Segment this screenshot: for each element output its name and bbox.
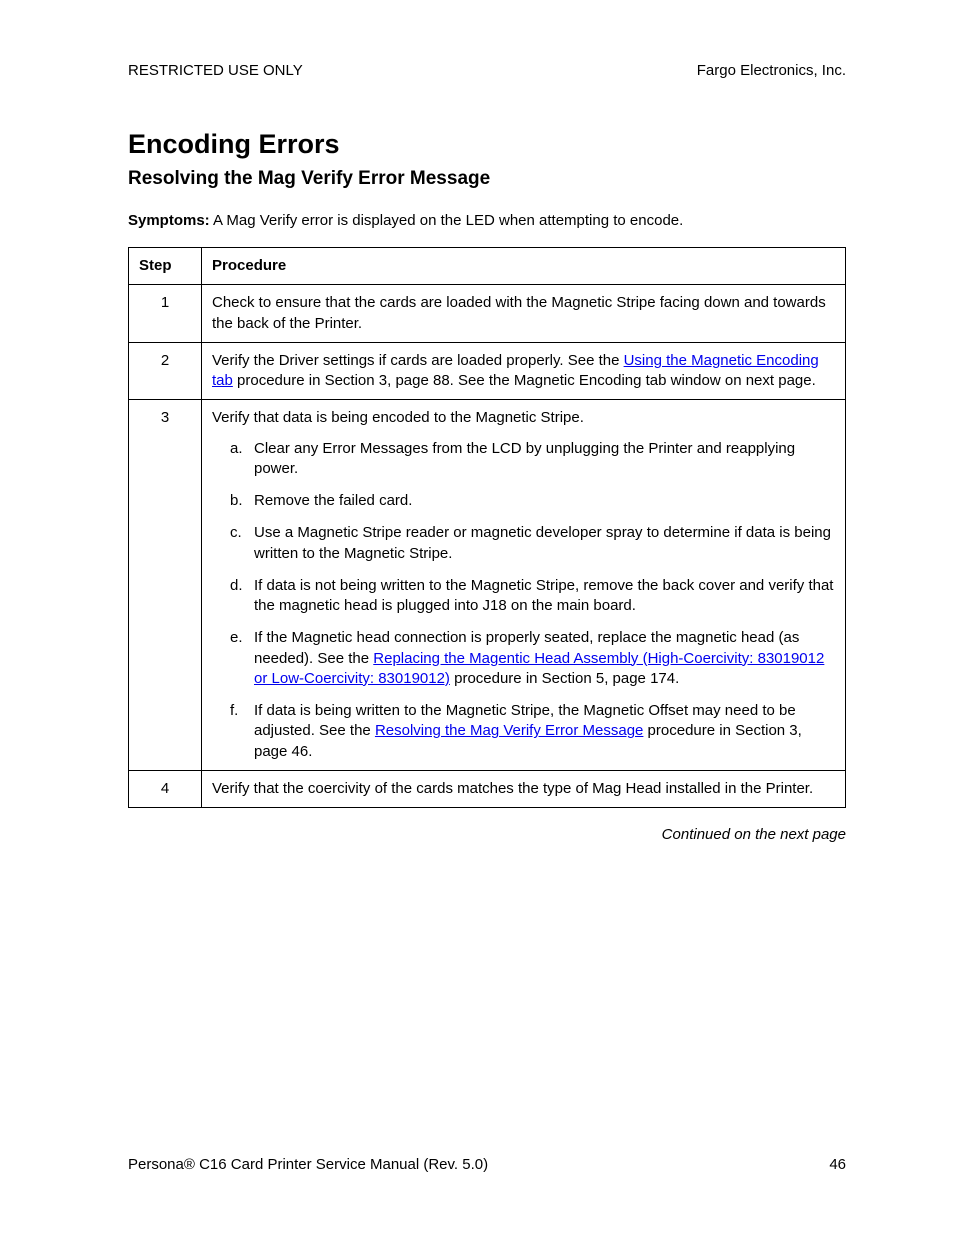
sub-step: f. If data is being written to the Magne… bbox=[234, 701, 835, 762]
sub-step-text: Remove the failed card. bbox=[254, 492, 412, 509]
sub-step-letter: f. bbox=[230, 701, 238, 721]
header-right: Fargo Electronics, Inc. bbox=[697, 62, 846, 79]
sub-step: e. If the Magnetic head connection is pr… bbox=[234, 628, 835, 689]
sub-step: d. If data is not being written to the M… bbox=[234, 576, 835, 617]
sub-steps: a. Clear any Error Messages from the LCD… bbox=[212, 439, 835, 762]
sub-step-text: If the Magnetic head connection is prope… bbox=[254, 629, 824, 687]
symptoms-label: Symptoms: bbox=[128, 212, 210, 229]
step-intro: Verify that data is being encoded to the… bbox=[212, 408, 835, 428]
continued-note: Continued on the next page bbox=[128, 826, 846, 843]
sub-step: a. Clear any Error Messages from the LCD… bbox=[234, 439, 835, 480]
page-subtitle: Resolving the Mag Verify Error Message bbox=[128, 168, 846, 190]
sub-step-letter: e. bbox=[230, 628, 243, 648]
step-number: 2 bbox=[129, 342, 202, 400]
table-row: 4 Verify that the coercivity of the card… bbox=[129, 770, 846, 807]
procedure-table: Step Procedure 1 Check to ensure that th… bbox=[128, 247, 846, 808]
table-row: 3 Verify that data is being encoded to t… bbox=[129, 400, 846, 771]
text-post: procedure in Section 3, page 88. See the… bbox=[233, 372, 816, 389]
sub-step: c. Use a Magnetic Stripe reader or magne… bbox=[234, 523, 835, 564]
step-text: Check to ensure that the cards are loade… bbox=[202, 285, 846, 343]
sub-step-letter: b. bbox=[230, 491, 243, 511]
header-left: RESTRICTED USE ONLY bbox=[128, 62, 303, 79]
table-row: 1 Check to ensure that the cards are loa… bbox=[129, 285, 846, 343]
sub-step-text: Use a Magnetic Stripe reader or magnetic… bbox=[254, 524, 831, 561]
footer-left: Persona® C16 Card Printer Service Manual… bbox=[128, 1156, 488, 1173]
page-header: RESTRICTED USE ONLY Fargo Electronics, I… bbox=[128, 62, 846, 79]
symptoms-line: Symptoms: A Mag Verify error is displaye… bbox=[128, 212, 846, 229]
step-text: Verify that the coercivity of the cards … bbox=[202, 770, 846, 807]
page-title: Encoding Errors bbox=[128, 129, 846, 160]
col-step: Step bbox=[129, 248, 202, 285]
link-resolving-mag-verify[interactable]: Resolving the Mag Verify Error Message bbox=[375, 722, 643, 739]
col-procedure: Procedure bbox=[202, 248, 846, 285]
text-pre: Verify the Driver settings if cards are … bbox=[212, 352, 624, 369]
table-header-row: Step Procedure bbox=[129, 248, 846, 285]
step-number: 4 bbox=[129, 770, 202, 807]
symptoms-text: A Mag Verify error is displayed on the L… bbox=[210, 212, 684, 229]
text-post: procedure in Section 5, page 174. bbox=[450, 670, 679, 687]
sub-step: b. Remove the failed card. bbox=[234, 491, 835, 511]
sub-step-letter: d. bbox=[230, 576, 243, 596]
table-row: 2 Verify the Driver settings if cards ar… bbox=[129, 342, 846, 400]
step-text: Verify that data is being encoded to the… bbox=[202, 400, 846, 771]
page-footer: Persona® C16 Card Printer Service Manual… bbox=[128, 1156, 846, 1173]
sub-step-text: If data is being written to the Magnetic… bbox=[254, 702, 802, 760]
sub-step-letter: c. bbox=[230, 523, 242, 543]
sub-step-text: If data is not being written to the Magn… bbox=[254, 577, 833, 614]
step-text: Verify the Driver settings if cards are … bbox=[202, 342, 846, 400]
step-number: 1 bbox=[129, 285, 202, 343]
page: RESTRICTED USE ONLY Fargo Electronics, I… bbox=[0, 0, 954, 1235]
step-number: 3 bbox=[129, 400, 202, 771]
sub-step-text: Clear any Error Messages from the LCD by… bbox=[254, 440, 795, 477]
sub-step-letter: a. bbox=[230, 439, 243, 459]
footer-page-number: 46 bbox=[829, 1156, 846, 1173]
